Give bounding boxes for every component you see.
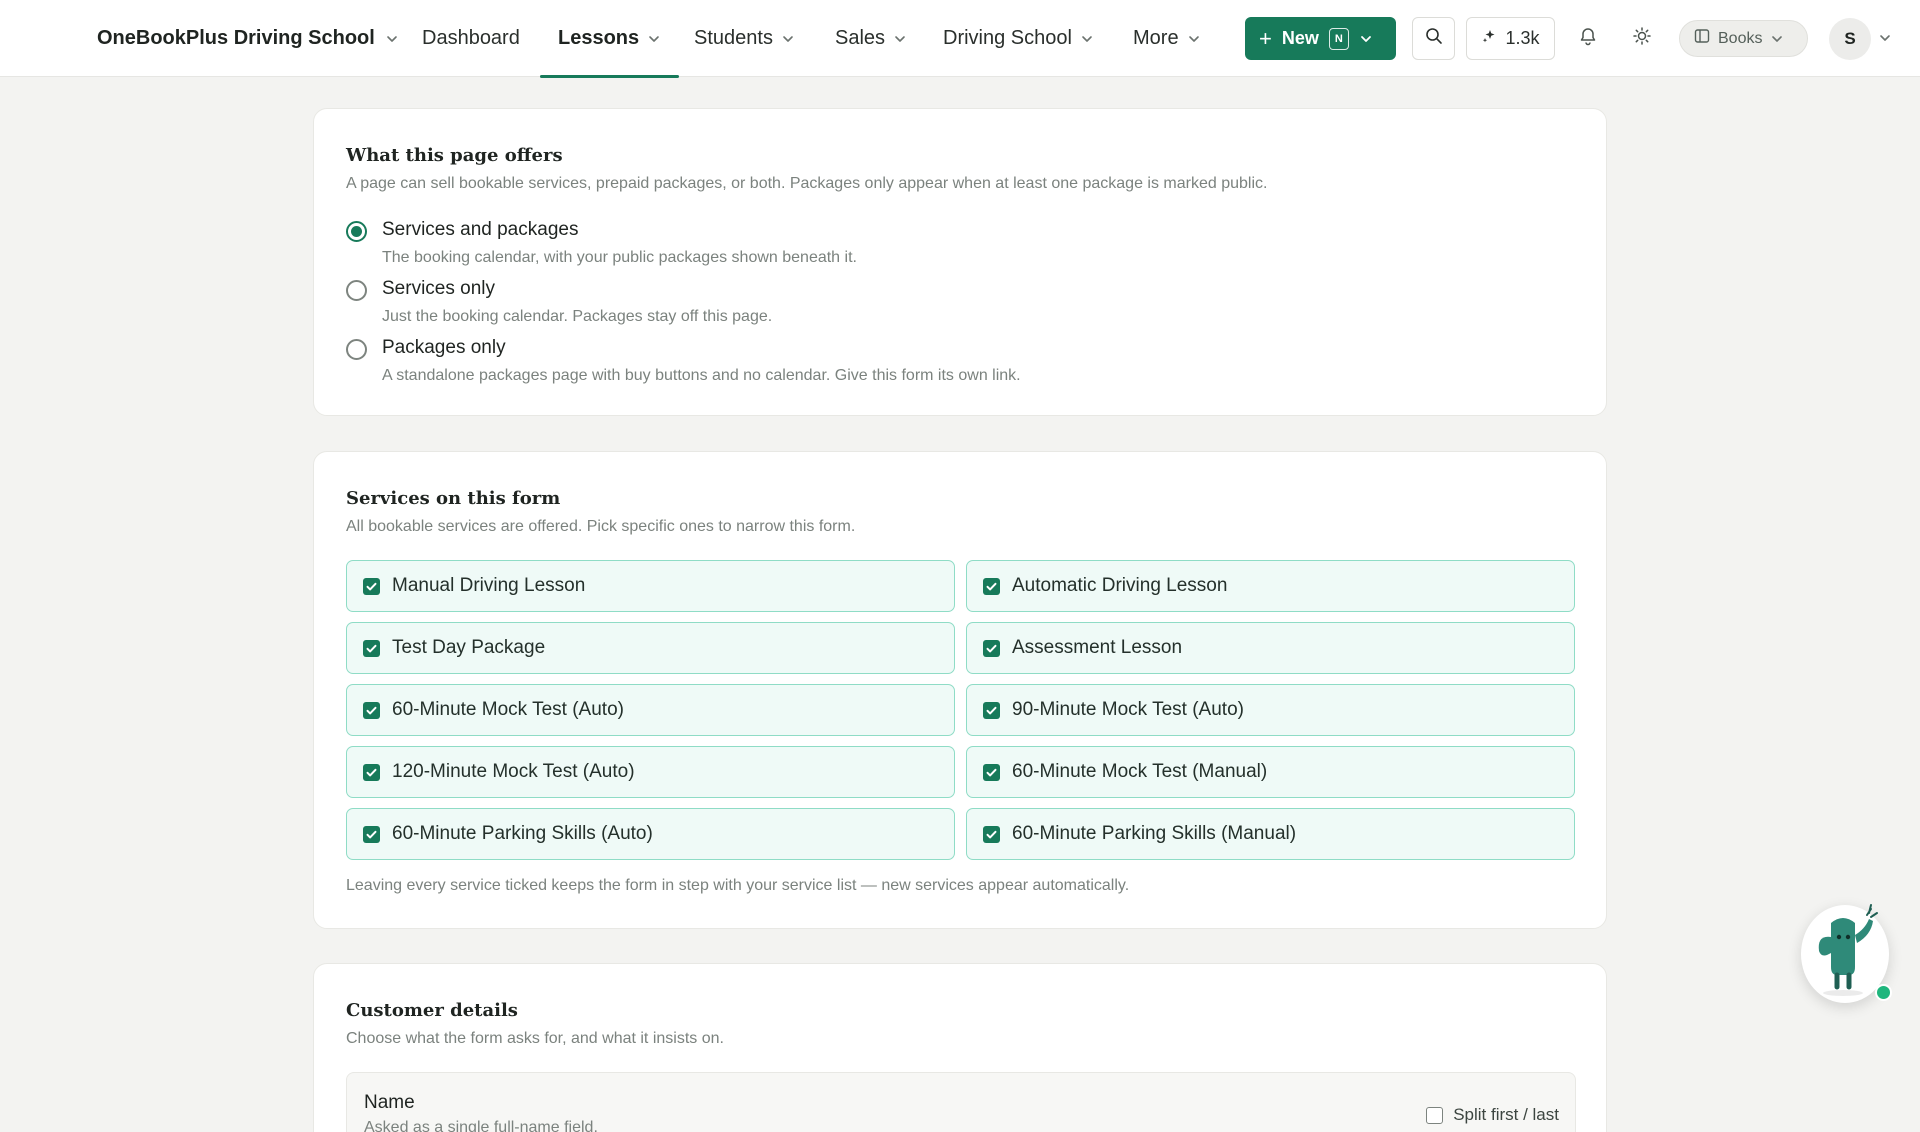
cactus-mascot-icon	[1818, 904, 1878, 996]
service-checkbox-90-mock-auto[interactable]: 90-Minute Mock Test (Auto)	[966, 684, 1575, 736]
nav-more-label: More	[1133, 27, 1179, 49]
service-label: Test Day Package	[392, 637, 546, 658]
chevron-down-icon	[1080, 32, 1094, 46]
sidebar-panel-icon	[1694, 28, 1710, 49]
service-label: Manual Driving Lesson	[392, 575, 586, 596]
nav-more[interactable]: More	[1133, 0, 1201, 77]
service-checkbox-60-parking-manual[interactable]: 60-Minute Parking Skills (Manual)	[966, 808, 1575, 860]
offers-title: What this page offers	[346, 145, 563, 166]
search-icon	[1425, 27, 1443, 50]
customer-subtitle: Choose what the form asks for, and what …	[346, 1030, 724, 1047]
service-label: 120-Minute Mock Test (Auto)	[392, 761, 635, 782]
nav-driving-school-label: Driving School	[943, 27, 1072, 49]
service-label: 60-Minute Mock Test (Auto)	[392, 699, 624, 720]
services-title: Services on this form	[346, 488, 561, 509]
service-checkbox-assessment-lesson[interactable]: Assessment Lesson	[966, 622, 1575, 674]
customer-details-card: Customer details Choose what the form as…	[313, 963, 1607, 1132]
service-label: 90-Minute Mock Test (Auto)	[1012, 699, 1244, 720]
radio-description: A standalone packages page with buy butt…	[382, 367, 1021, 384]
checkbox-checked-icon[interactable]	[363, 763, 380, 781]
checkbox-checked-icon[interactable]	[983, 577, 1000, 595]
brand-name: OneBookPlus Driving School	[97, 27, 375, 49]
assistant-launcher[interactable]	[1801, 904, 1892, 1003]
online-status-dot	[1875, 984, 1892, 1001]
new-button[interactable]: + New N	[1245, 17, 1396, 60]
radio-description: Just the booking calendar. Packages stay…	[382, 308, 773, 325]
service-label: Automatic Driving Lesson	[1012, 575, 1228, 596]
checkbox-checked-icon[interactable]	[363, 639, 380, 657]
workspace-label: Books	[1718, 29, 1763, 47]
checkbox-checked-icon[interactable]	[983, 639, 1000, 657]
nav-sales-label: Sales	[835, 27, 886, 49]
radio-label: Services and packages	[382, 219, 579, 240]
service-label: 60-Minute Mock Test (Manual)	[1012, 761, 1268, 782]
checkbox-unchecked[interactable]	[1426, 1106, 1444, 1124]
radio-button[interactable]	[346, 280, 367, 301]
theme-toggle-button[interactable]	[1626, 22, 1658, 54]
plus-icon: +	[1259, 25, 1272, 51]
chevron-down-icon	[893, 32, 907, 46]
nav-dashboard-label: Dashboard	[422, 27, 520, 49]
shortcut-key-badge: N	[1328, 27, 1349, 50]
radio-button-selected[interactable]	[346, 221, 367, 242]
service-checkbox-60-mock-manual[interactable]: 60-Minute Mock Test (Manual)	[966, 746, 1575, 798]
service-label: 60-Minute Parking Skills (Auto)	[392, 823, 653, 844]
ai-credits-button[interactable]: 1.3k	[1466, 17, 1555, 60]
name-field-label: Name	[364, 1092, 415, 1113]
search-button[interactable]	[1412, 17, 1455, 60]
radio-description: The booking calendar, with your public p…	[382, 249, 857, 266]
nav-sales[interactable]: Sales	[835, 0, 907, 77]
avatar[interactable]: S	[1829, 18, 1871, 60]
services-subtitle: All bookable services are offered. Pick …	[346, 518, 856, 535]
chevron-down-icon	[1770, 32, 1784, 46]
offers-subtitle: A page can sell bookable services, prepa…	[346, 175, 1268, 192]
nav-dashboard[interactable]: Dashboard	[422, 0, 520, 77]
offers-card: What this page offers A page can sell bo…	[313, 108, 1607, 416]
service-checkbox-test-day-package[interactable]: Test Day Package	[346, 622, 955, 674]
services-footnote: Leaving every service ticked keeps the f…	[346, 877, 1130, 894]
service-checkbox-manual-driving-lesson[interactable]: Manual Driving Lesson	[346, 560, 955, 612]
nav-students[interactable]: Students	[694, 0, 795, 77]
radio-button[interactable]	[346, 339, 367, 360]
services-card: Services on this form All bookable servi…	[313, 451, 1607, 929]
sun-icon	[1632, 26, 1652, 51]
brand-switcher[interactable]: OneBookPlus Driving School	[97, 0, 399, 77]
checkbox-checked-icon[interactable]	[363, 825, 380, 843]
service-checkbox-60-parking-auto[interactable]: 60-Minute Parking Skills (Auto)	[346, 808, 955, 860]
service-checkbox-automatic-driving-lesson[interactable]: Automatic Driving Lesson	[966, 560, 1575, 612]
radio-label: Packages only	[382, 337, 506, 358]
chevron-down-icon[interactable]	[1878, 31, 1892, 45]
chevron-down-icon	[1359, 32, 1373, 46]
ai-credits-count: 1.3k	[1505, 28, 1540, 48]
nav-students-label: Students	[694, 27, 773, 49]
checkbox-checked-icon[interactable]	[363, 577, 380, 595]
bell-icon	[1578, 26, 1598, 51]
service-label: Assessment Lesson	[1012, 637, 1183, 658]
service-label: 60-Minute Parking Skills (Manual)	[1012, 823, 1297, 844]
name-field-description: Asked as a single full-name field.	[364, 1119, 598, 1132]
split-name-toggle[interactable]: Split first / last	[1426, 1105, 1559, 1125]
customer-title: Customer details	[346, 1000, 518, 1021]
split-name-label: Split first / last	[1453, 1105, 1559, 1124]
top-navigation-bar: OneBookPlus Driving School Dashboard Les…	[0, 0, 1920, 78]
nav-lessons[interactable]: Lessons	[539, 0, 680, 78]
checkbox-checked-icon[interactable]	[983, 763, 1000, 781]
radio-label: Services only	[382, 278, 495, 299]
name-field-row: Name Asked as a single full-name field. …	[346, 1072, 1576, 1132]
checkbox-checked-icon[interactable]	[983, 825, 1000, 843]
notifications-button[interactable]	[1572, 22, 1604, 54]
workspace-switcher[interactable]: Books	[1679, 20, 1808, 57]
chevron-down-icon	[385, 32, 399, 46]
chevron-down-icon	[781, 32, 795, 46]
sparkles-icon	[1481, 28, 1497, 49]
new-button-label: New	[1281, 28, 1319, 48]
chevron-down-icon	[1187, 32, 1201, 46]
nav-lessons-label: Lessons	[558, 27, 640, 49]
checkbox-checked-icon[interactable]	[363, 701, 380, 719]
service-checkbox-120-mock-auto[interactable]: 120-Minute Mock Test (Auto)	[346, 746, 955, 798]
checkbox-checked-icon[interactable]	[983, 701, 1000, 719]
service-checkbox-60-mock-auto[interactable]: 60-Minute Mock Test (Auto)	[346, 684, 955, 736]
nav-driving-school[interactable]: Driving School	[943, 0, 1094, 77]
chevron-down-icon	[647, 32, 661, 46]
